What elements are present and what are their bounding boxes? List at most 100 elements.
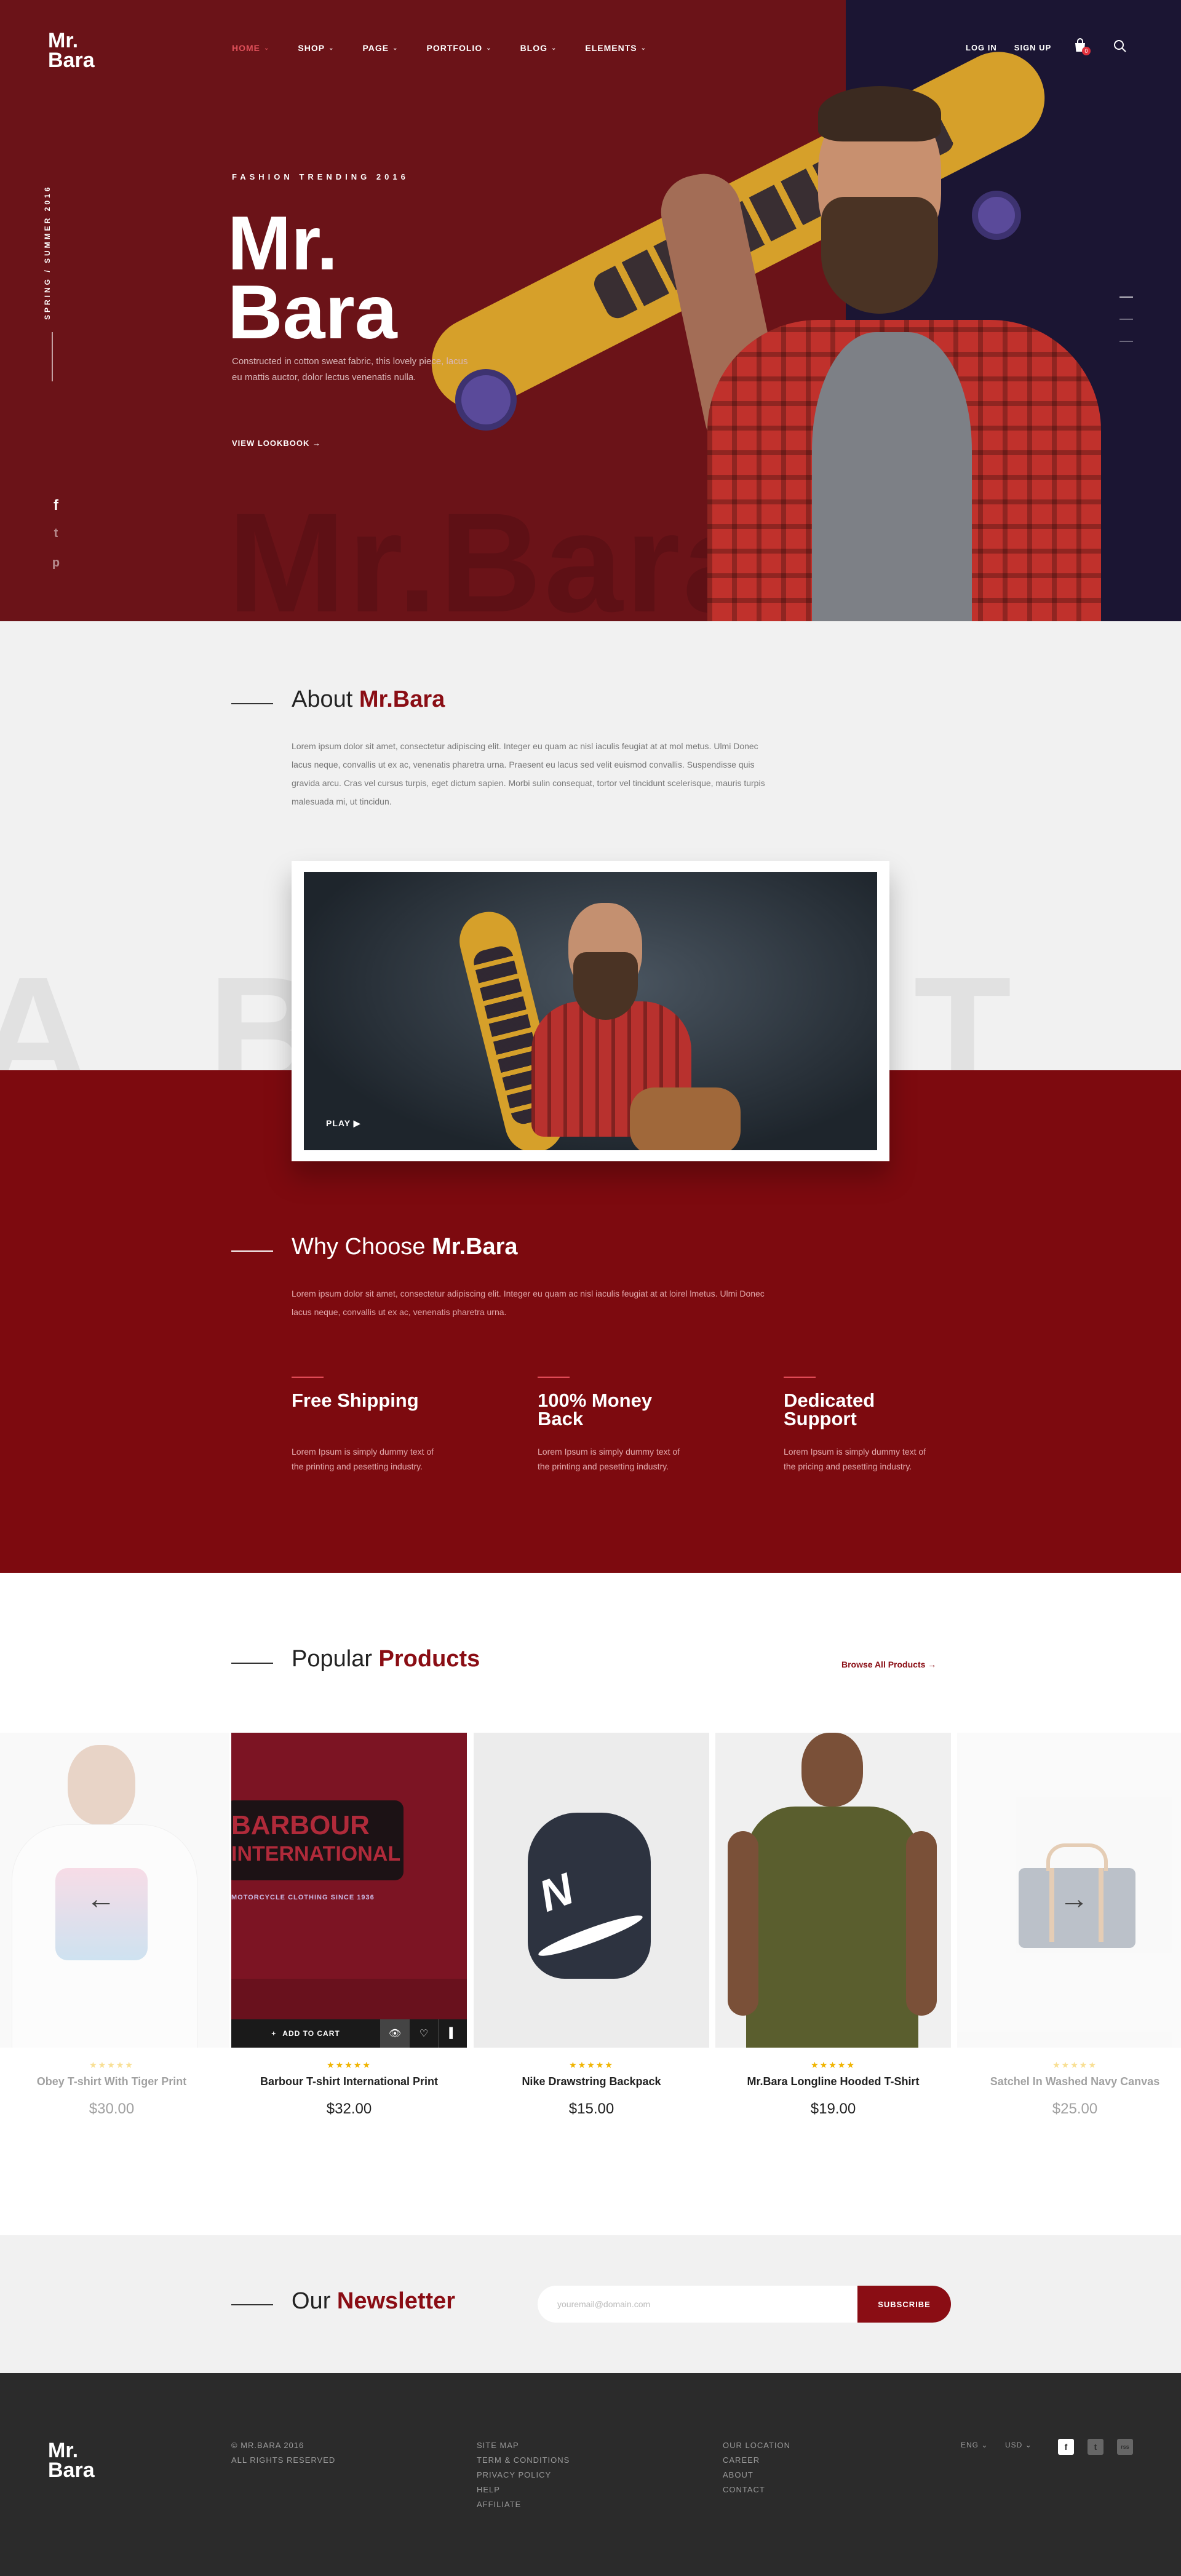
product-price: $15.00 <box>568 2101 614 2117</box>
barbour-print-line1: BARBOUR <box>231 1810 370 1840</box>
product-actions-bar: + ADD TO CART 👁 ♡ ▌ <box>231 2019 467 2048</box>
footer-link[interactable]: AFFILIATE <box>477 2497 570 2512</box>
product-card[interactable]: ★★★★★ Obey T-shirt With Tiger Print $30.… <box>0 1733 229 2118</box>
search-icon[interactable] <box>1113 39 1127 56</box>
product-card[interactable]: N ★★★★★ Nike Drawstring Backpack $15.00 <box>474 1733 709 2118</box>
feature-text: Lorem Ipsum is simply dummy text of the … <box>292 1447 434 1471</box>
facebook-icon[interactable]: f <box>1058 2439 1074 2455</box>
pinterest-icon[interactable]: p <box>49 556 63 570</box>
footer-link[interactable]: TERM & CONDITIONS <box>477 2453 570 2468</box>
feature-accent <box>292 1377 324 1378</box>
product-card[interactable]: ★★★★★ Mr.Bara Longline Hooded T-Shirt $1… <box>715 1733 951 2118</box>
newsletter-title-plain: Our <box>292 2288 337 2314</box>
chevron-down-icon: ⌄ <box>640 44 647 52</box>
nav-portfolio[interactable]: PORTFOLIO ⌄ <box>427 43 492 53</box>
footer-link[interactable]: SITE MAP <box>477 2438 570 2453</box>
rss-icon[interactable]: rss <box>1117 2439 1133 2455</box>
copyright-text: © MR.BARA 2016 <box>231 2441 304 2450</box>
product-rating: ★★★★★ <box>811 2060 856 2070</box>
carousel-prev-arrow-icon[interactable]: ← <box>86 1882 116 1916</box>
why-title-bold: Mr.Bara <box>432 1234 518 1260</box>
nav-home-label: HOME <box>232 43 260 53</box>
slide-indicator[interactable] <box>1119 296 1133 298</box>
signup-link[interactable]: SIGN UP <box>1014 43 1051 52</box>
footer <box>0 2373 1181 2576</box>
nav-shop[interactable]: SHOP ⌄ <box>298 43 334 53</box>
language-select[interactable]: ENG ⌄ <box>961 2441 988 2449</box>
chevron-down-icon: ⌄ <box>551 44 557 52</box>
chevron-down-icon: ⌄ <box>392 44 399 52</box>
logo-line1: Mr. <box>48 2439 79 2462</box>
carousel-next-arrow-icon[interactable]: → <box>1059 1882 1089 1916</box>
twitter-icon[interactable]: t <box>1088 2439 1103 2455</box>
footer-link[interactable]: CONTACT <box>723 2483 790 2497</box>
footer-copyright: © MR.BARA 2016 ALL RIGHTS RESERVED <box>231 2438 335 2468</box>
hero-model-illustration <box>654 86 1101 621</box>
currency-value: USD <box>1005 2441 1023 2449</box>
product-name[interactable]: Obey T-shirt With Tiger Print <box>0 2075 229 2088</box>
product-image[interactable]: N <box>474 1733 709 2048</box>
subscribe-button[interactable]: SUBSCRIBE <box>857 2286 951 2323</box>
product-name[interactable]: Satchel In Washed Navy Canvas <box>957 2075 1181 2088</box>
product-rating: ★★★★★ <box>1052 2060 1097 2070</box>
wishlist-heart-icon[interactable]: ♡ <box>409 2019 438 2048</box>
nav-blog[interactable]: BLOG ⌄ <box>520 43 557 53</box>
logo-line2: Bara <box>48 2459 95 2482</box>
slide-indicator[interactable] <box>1119 341 1133 342</box>
footer-link[interactable]: PRIVACY POLICY <box>477 2468 570 2483</box>
auth-links: LOG IN SIGN UP <box>966 43 1051 52</box>
product-name[interactable]: Mr.Bara Longline Hooded T-Shirt <box>715 2075 951 2088</box>
compare-chart-icon[interactable]: ▌ <box>438 2019 467 2048</box>
side-divider <box>52 332 53 381</box>
footer-link[interactable]: HELP <box>477 2483 570 2497</box>
footer-logo[interactable]: Mr. Bara <box>48 2439 95 2482</box>
add-to-cart-label: ADD TO CART <box>282 2029 340 2038</box>
about-title-bold: Mr.Bara <box>359 686 445 712</box>
product-card[interactable]: BARBOUR INTERNATIONAL MOTORCYCLE CLOTHIN… <box>231 1733 467 2118</box>
chevron-down-icon: ⌄ <box>328 44 335 52</box>
footer-link[interactable]: CAREER <box>723 2453 790 2468</box>
add-to-cart-button[interactable]: + ADD TO CART <box>231 2019 380 2048</box>
plus-icon: + <box>271 2029 277 2038</box>
cart-count-badge: 0 <box>1082 47 1091 55</box>
facebook-icon[interactable]: f <box>49 497 63 514</box>
currency-select[interactable]: USD ⌄ <box>1005 2441 1032 2449</box>
video-player[interactable]: PLAY ▶ <box>304 872 877 1150</box>
product-price: $30.00 <box>89 2101 135 2117</box>
feature-title: Free Shipping <box>292 1389 419 1411</box>
product-image[interactable]: BARBOUR INTERNATIONAL MOTORCYCLE CLOTHIN… <box>231 1733 467 2048</box>
product-rating: ★★★★★ <box>89 2060 134 2070</box>
product-name[interactable]: Barbour T-shirt International Print <box>231 2075 467 2088</box>
chevron-down-icon: ⌄ <box>264 44 270 52</box>
newsletter-title-bold: Newsletter <box>336 2288 456 2314</box>
newsletter-email-input[interactable] <box>538 2286 857 2323</box>
footer-link[interactable]: ABOUT <box>723 2468 790 2483</box>
chevron-down-icon: ⌄ <box>981 2441 988 2449</box>
rights-text: ALL RIGHTS RESERVED <box>231 2455 336 2465</box>
quick-view-icon[interactable]: 👁 <box>380 2019 409 2048</box>
twitter-icon[interactable]: t <box>49 527 63 541</box>
cart-icon[interactable]: 0 <box>1073 38 1091 55</box>
chevron-down-icon: ⌄ <box>1025 2441 1032 2449</box>
product-image[interactable] <box>715 1733 951 2048</box>
browse-all-products-link[interactable]: Browse All Products → <box>841 1660 936 1669</box>
nav-elements[interactable]: ELEMENTS ⌄ <box>585 43 646 53</box>
nav-page[interactable]: PAGE ⌄ <box>362 43 398 53</box>
hero-section: Mr.Bara Mr. Bara HOME ⌄ SHOP ⌄ PAGE ⌄ PORTF… <box>0 0 1181 621</box>
nav-home[interactable]: HOME ⌄ <box>232 43 269 53</box>
products-title: Popular Products <box>292 1646 480 1672</box>
product-name[interactable]: Nike Drawstring Backpack <box>474 2075 709 2088</box>
season-vertical-text: SPRING / SUMMER 2016 <box>43 185 52 320</box>
view-lookbook-link[interactable]: VIEW LOOKBOOK → <box>232 439 321 448</box>
logo[interactable]: Mr. Bara <box>48 29 95 72</box>
section-divider <box>231 703 273 704</box>
logo-line2: Bara <box>48 49 95 72</box>
why-title: Why Choose Mr.Bara <box>292 1234 518 1260</box>
login-link[interactable]: LOG IN <box>966 43 997 52</box>
footer-link[interactable]: OUR LOCATION <box>723 2438 790 2453</box>
product-card[interactable]: ★★★★★ Satchel In Washed Navy Canvas $25.… <box>957 1733 1181 2118</box>
products-title-bold: Products <box>378 1646 480 1672</box>
play-button[interactable]: PLAY ▶ <box>326 1118 360 1129</box>
slide-indicator[interactable] <box>1119 319 1133 320</box>
logo-line1: Mr. <box>48 29 79 52</box>
